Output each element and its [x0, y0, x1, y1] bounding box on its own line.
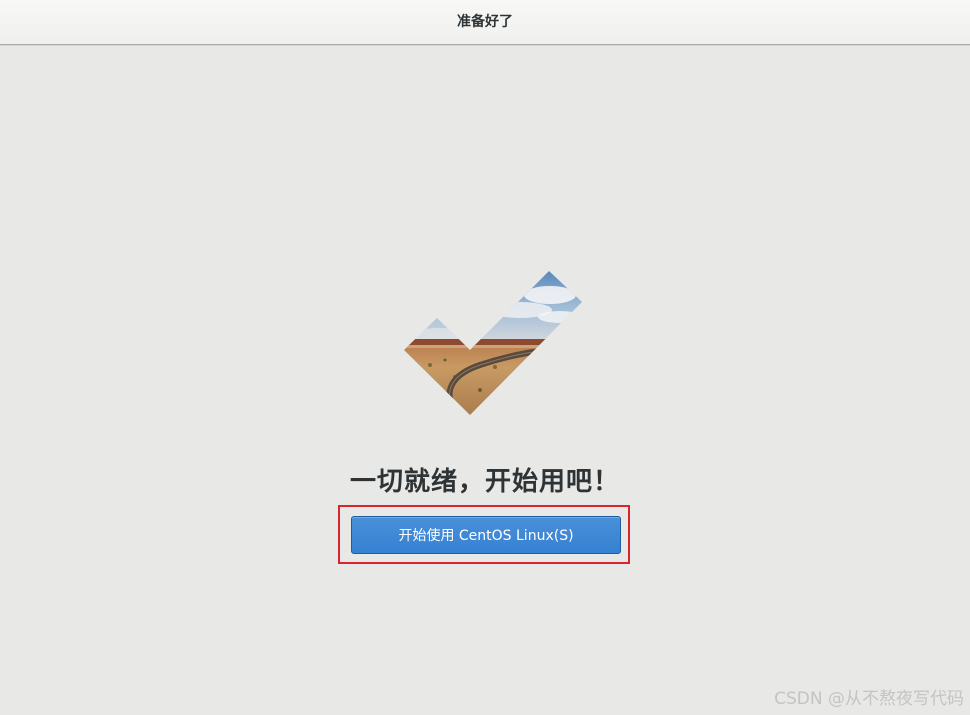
watermark-text: CSDN @从不熬夜写代码 [774, 689, 964, 709]
header-bar: 准备好了 [0, 0, 970, 45]
checkmark-landscape-icon [404, 271, 582, 415]
ready-headline: 一切就绪，开始用吧！ [349, 467, 620, 497]
window-title: 准备好了 [457, 14, 513, 30]
start-using-centos-button[interactable]: 开始使用 CentOS Linux(S) [351, 516, 621, 554]
